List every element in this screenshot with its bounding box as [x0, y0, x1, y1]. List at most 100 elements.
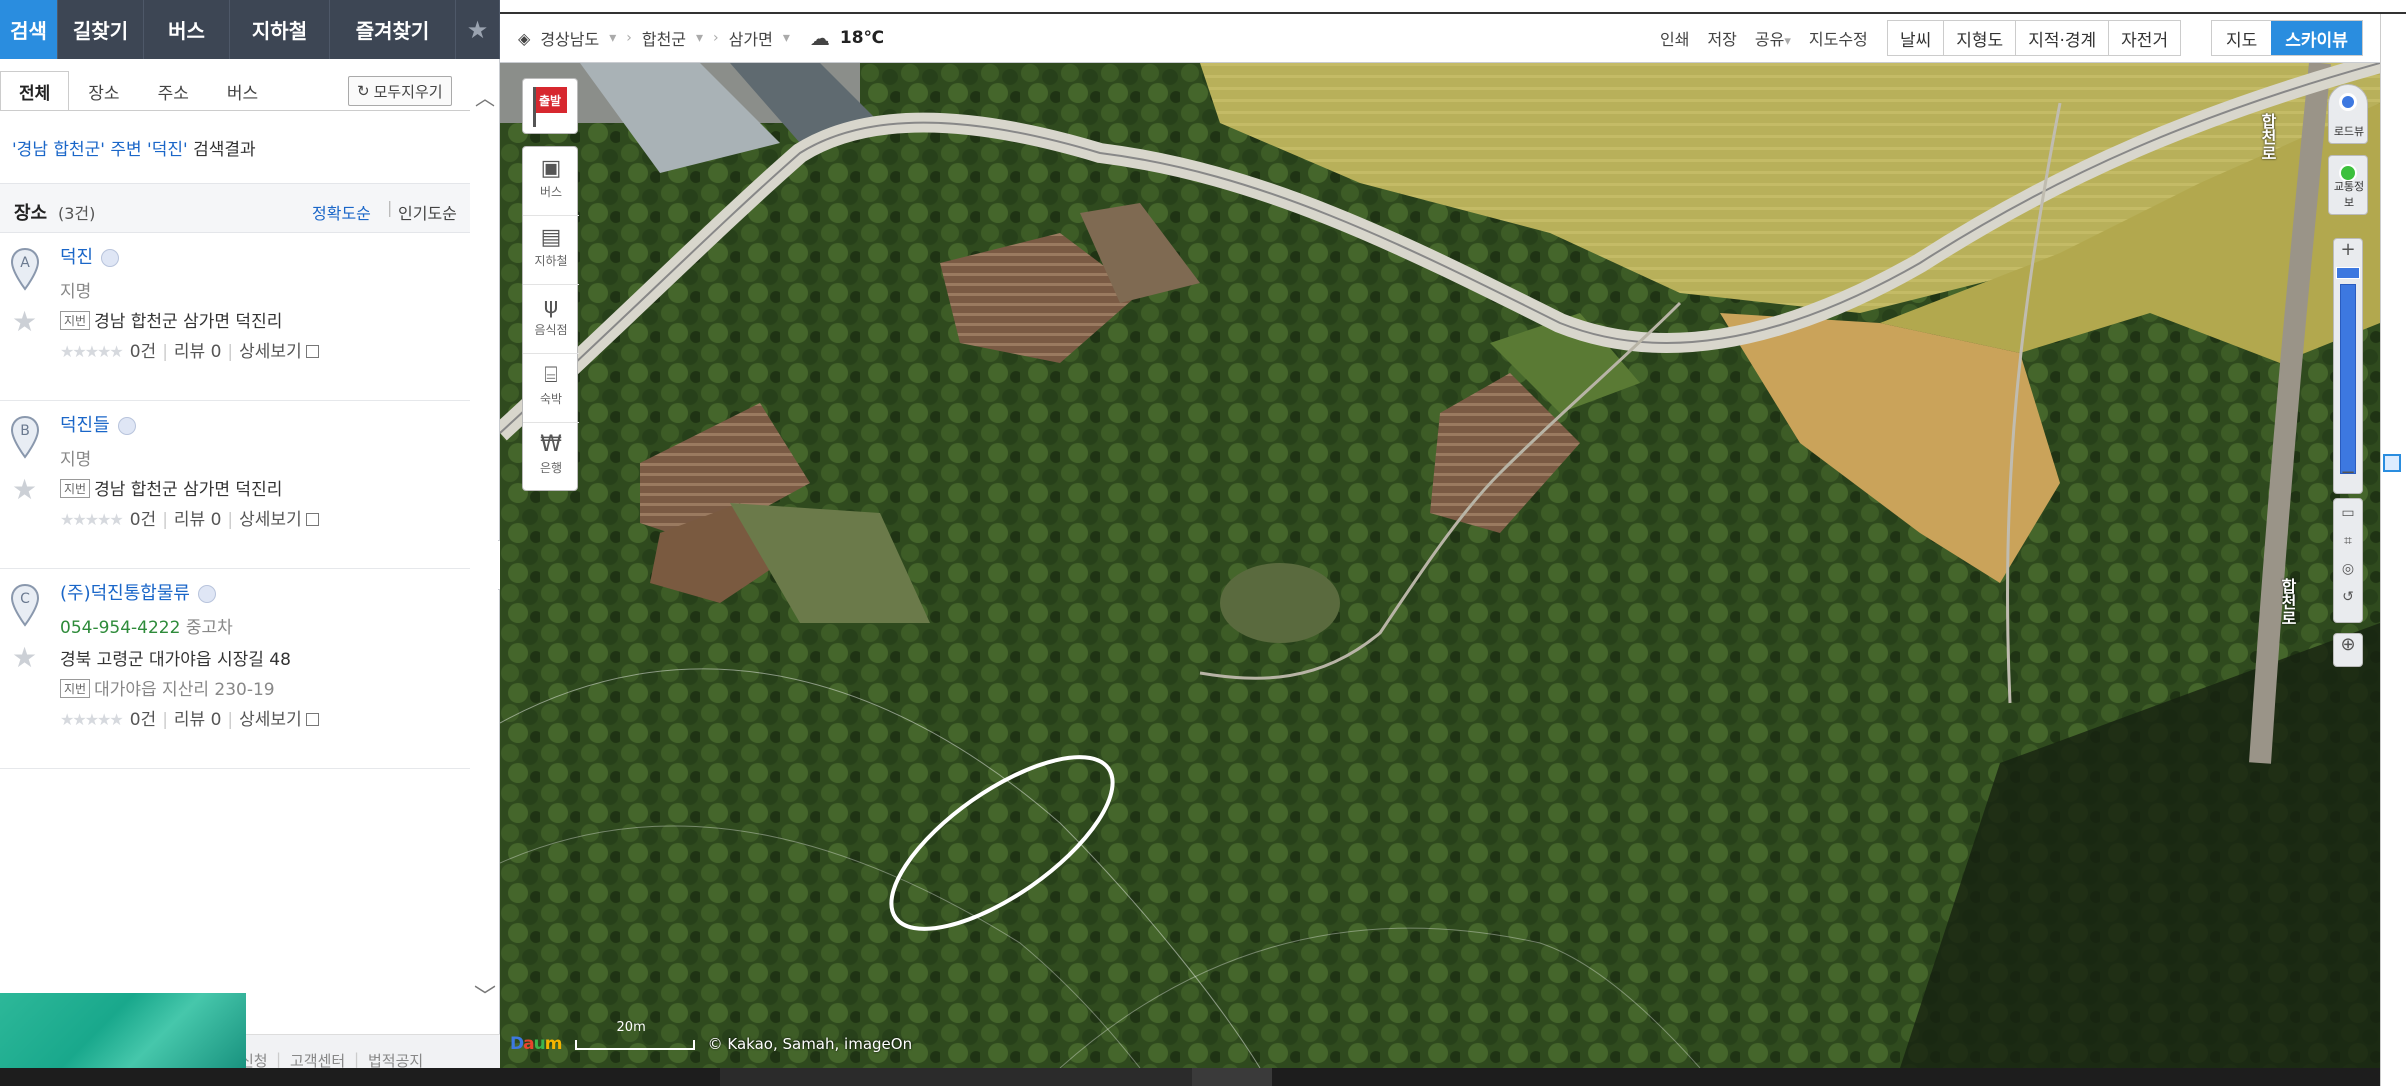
- scale-bar: 20m: [574, 1020, 695, 1050]
- result-phone-row: 054-954-4222 중고차: [60, 613, 233, 638]
- region-province[interactable]: 경상남도: [540, 26, 599, 50]
- favorite-star-icon[interactable]: ★: [12, 473, 37, 506]
- edit-map-link[interactable]: 지도수정: [1809, 26, 1868, 50]
- detail-link[interactable]: 상세보기: [239, 510, 302, 530]
- external-link-icon[interactable]: [305, 713, 319, 726]
- share-label[interactable]: 공유: [1755, 30, 1784, 49]
- chevron-down-icon[interactable]: ▾: [783, 30, 790, 46]
- poi-bus-button[interactable]: ▣ 버스: [523, 147, 579, 216]
- result-name[interactable]: (주)덕진통합물류: [60, 583, 190, 604]
- list-item[interactable]: C ★ (주)덕진통합물류 054-954-4222 중고차 경북 고령군 대가…: [0, 569, 470, 769]
- list-item[interactable]: A ★ 덕진 지명 지번 경남 합천군 삼가면 덕진리 ★★★★★ 0건 | 리뷰 0 |…: [0, 233, 470, 401]
- result-category: 중고차: [185, 618, 233, 638]
- info-badge-icon[interactable]: [197, 585, 216, 603]
- share-link[interactable]: 공유▾: [1755, 26, 1791, 50]
- skyview-map[interactable]: 합천로 합천로: [500, 63, 2380, 1068]
- svg-text:B: B: [20, 423, 30, 439]
- location-icon[interactable]: ◈: [518, 29, 530, 48]
- review-count[interactable]: 리뷰 0: [174, 510, 222, 530]
- map-type-skyview[interactable]: 스카이뷰: [2271, 21, 2362, 55]
- external-link-icon[interactable]: [305, 345, 319, 358]
- result-name-link[interactable]: (주)덕진통합물류: [60, 579, 216, 605]
- save-link[interactable]: 저장: [1707, 26, 1736, 50]
- rating-stars-icon: ★★★★★: [60, 342, 124, 361]
- result-address: 지번 경남 합천군 삼가면 덕진리: [60, 475, 282, 500]
- region-county[interactable]: 합천군: [642, 26, 686, 50]
- start-flag-button[interactable]: 출발: [522, 78, 578, 134]
- radius-icon[interactable]: ◎: [2334, 555, 2362, 583]
- result-name[interactable]: 덕진들: [60, 415, 110, 436]
- undo-icon[interactable]: ↺: [2334, 583, 2362, 611]
- zoom-slider-track[interactable]: [2340, 284, 2356, 474]
- tab-favorites[interactable]: 즐겨찾기: [330, 0, 456, 59]
- tab-bus[interactable]: 버스: [144, 0, 230, 59]
- chevron-down-icon[interactable]: ▾: [1784, 34, 1791, 49]
- jibun-tag: 지번: [60, 479, 91, 498]
- search-summary: '경남 합천군' 주변 '덕진' 검색결과: [12, 135, 256, 160]
- detail-link[interactable]: 상세보기: [239, 342, 302, 362]
- chevron-down-icon[interactable]: ▾: [696, 30, 703, 46]
- zoom-in-icon[interactable]: +: [2334, 239, 2362, 261]
- area-icon[interactable]: ⌗: [2334, 527, 2362, 555]
- result-category: 지명: [60, 282, 92, 302]
- tab-directions[interactable]: 길찾기: [58, 0, 144, 59]
- resize-handle[interactable]: [2383, 454, 2401, 472]
- roadview-button[interactable]: 로드뷰: [2328, 84, 2368, 144]
- region-town[interactable]: 삼가면: [729, 26, 773, 50]
- zoom-slider-handle[interactable]: [2336, 267, 2360, 279]
- toggle-bicycle[interactable]: 자전거: [2109, 21, 2181, 55]
- print-link[interactable]: 인쇄: [1660, 26, 1689, 50]
- svg-text:C: C: [20, 591, 30, 607]
- list-title: 장소: [14, 203, 48, 224]
- subtab-address[interactable]: 주소: [138, 71, 208, 111]
- tab-search[interactable]: 검색: [0, 0, 58, 59]
- divider: |: [354, 1050, 360, 1068]
- divider: |: [227, 710, 234, 730]
- ruler-icon[interactable]: ▭: [2334, 499, 2362, 527]
- satellite-imagery: [500, 63, 2380, 1068]
- toggle-cadastral[interactable]: 지적·경계: [2016, 21, 2110, 55]
- divider: |: [162, 342, 168, 362]
- poi-label: 숙박: [539, 392, 563, 406]
- result-name[interactable]: 덕진: [60, 247, 93, 268]
- result-name-link[interactable]: 덕진들: [60, 411, 136, 437]
- favorite-star-icon[interactable]: ★: [12, 305, 37, 338]
- detail-link[interactable]: 상세보기: [239, 710, 302, 730]
- tab-subway[interactable]: 지하철: [230, 0, 330, 59]
- poi-label: 음식점: [534, 323, 568, 337]
- won-icon: ₩: [540, 432, 562, 457]
- poi-subway-button[interactable]: ▤ 지하철: [523, 216, 579, 285]
- map-type-map[interactable]: 지도: [2212, 21, 2271, 55]
- star-icon[interactable]: ★: [456, 0, 500, 59]
- subtab-bus[interactable]: 버스: [207, 71, 278, 111]
- sort-popular-link[interactable]: 인기도순: [398, 200, 457, 224]
- external-link-icon[interactable]: [305, 513, 319, 526]
- poi-lodging-button[interactable]: ⌸ 숙박: [523, 354, 579, 423]
- phone-number[interactable]: 054-954-4222: [60, 618, 180, 638]
- zoom-out-icon[interactable]: −: [2333, 462, 2363, 483]
- road-label: 합천로: [2258, 113, 2277, 161]
- taskbar-app[interactable]: [720, 1068, 1200, 1086]
- list-item[interactable]: B ★ 덕진들 지명 지번 경남 합천군 삼가면 덕진리 ★★★★★ 0건 | 리뷰 0…: [0, 401, 470, 569]
- subtab-place[interactable]: 장소: [69, 71, 139, 111]
- info-badge-icon[interactable]: [101, 249, 120, 267]
- scroll-up-arrow-icon[interactable]: ︿: [474, 82, 496, 110]
- subtab-all[interactable]: 전체: [0, 71, 70, 111]
- review-count[interactable]: 리뷰 0: [174, 710, 222, 730]
- review-count[interactable]: 리뷰 0: [174, 342, 222, 362]
- overlay-toggles: 날씨 지형도 지적·경계 자전거: [1887, 20, 2182, 56]
- poi-bank-button[interactable]: ₩ 은행: [523, 423, 579, 492]
- favorite-star-icon[interactable]: ★: [12, 641, 37, 674]
- sort-accuracy-link[interactable]: 정확도순: [312, 200, 371, 224]
- scroll-down-arrow-icon[interactable]: ﹀: [474, 979, 496, 1019]
- clear-all-button[interactable]: ↻ 모두지우기: [348, 76, 452, 106]
- toggle-weather[interactable]: 날씨: [1888, 21, 1945, 55]
- taskbar-app[interactable]: [1192, 1068, 1272, 1086]
- poi-restaurant-button[interactable]: ψ 음식점: [523, 285, 579, 354]
- traffic-button[interactable]: 교통정보: [2328, 155, 2368, 215]
- info-badge-icon[interactable]: [117, 417, 136, 435]
- result-name-link[interactable]: 덕진: [60, 243, 120, 269]
- chevron-down-icon[interactable]: ▾: [609, 30, 616, 46]
- pin-icon[interactable]: ⊕: [2333, 633, 2363, 667]
- toggle-terrain[interactable]: 지형도: [1944, 21, 2017, 55]
